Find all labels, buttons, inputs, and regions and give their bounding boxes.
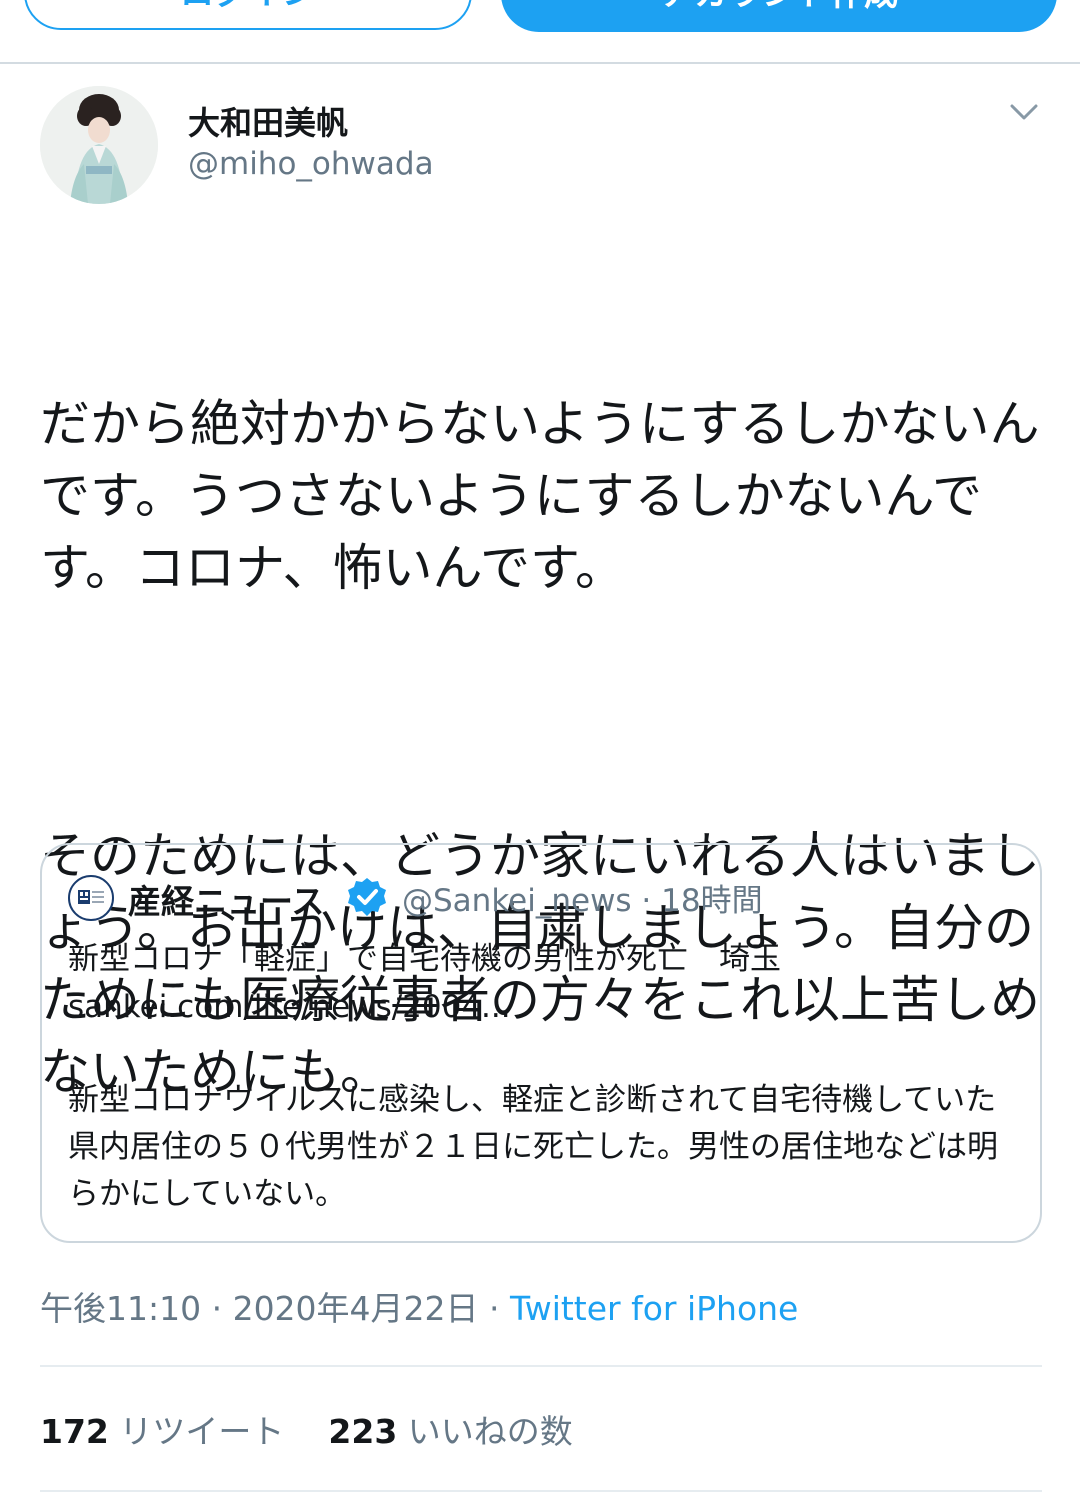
- tweet-paragraph: だから絶対かからないようにするしかないんです。うつさないようにするしかないんです…: [40, 395, 1040, 597]
- timestamp-text[interactable]: 午後11:10 · 2020年4月22日 ·: [40, 1289, 510, 1328]
- like-count[interactable]: 223: [328, 1412, 397, 1451]
- header-divider: [0, 62, 1080, 64]
- avatar-photo: [40, 86, 158, 204]
- login-button[interactable]: ログイン: [24, 0, 472, 30]
- quoted-headline: 新型コロナ「軽症」で自宅待機の男性が死亡 埼玉: [68, 941, 781, 977]
- bottom-divider: [40, 1490, 1042, 1492]
- chevron-down-icon[interactable]: [1008, 100, 1040, 124]
- tweet-timestamp: 午後11:10 · 2020年4月22日 · Twitter for iPhon…: [40, 1282, 798, 1330]
- quoted-link[interactable]: sankei.com/life/news/2004...: [68, 983, 511, 1031]
- auth-bar: ログイン アカウント作成: [0, 0, 1080, 62]
- sankei-logo-icon: [78, 890, 104, 904]
- retweet-label[interactable]: リツイート: [109, 1412, 284, 1451]
- tweet-stats: 172 リツイート 223 いいねの数: [40, 1405, 573, 1453]
- author-display-name[interactable]: 大和田美帆: [188, 98, 348, 144]
- quoted-avatar: [68, 875, 114, 921]
- like-label[interactable]: いいねの数: [397, 1412, 573, 1451]
- quoted-summary: 新型コロナウイルスに感染し、軽症と診断されて自宅待機していた県内居住の５０代男性…: [68, 1082, 998, 1212]
- verified-badge-icon: [348, 878, 386, 916]
- signup-button[interactable]: アカウント作成: [501, 0, 1057, 32]
- author-handle[interactable]: @miho_ohwada: [188, 146, 434, 182]
- source-link[interactable]: Twitter for iPhone: [510, 1289, 798, 1328]
- stats-divider: [40, 1365, 1042, 1367]
- retweet-count[interactable]: 172: [40, 1412, 109, 1451]
- quoted-display-name: 産経ニュース: [128, 882, 325, 921]
- quoted-tweet-card[interactable]: 産経ニュース @Sankei_news · 18時間 新型コロナ「軽症」で自宅待…: [40, 843, 1042, 1243]
- avatar[interactable]: [40, 86, 158, 204]
- quoted-handle-time: @Sankei_news · 18時間: [402, 883, 763, 919]
